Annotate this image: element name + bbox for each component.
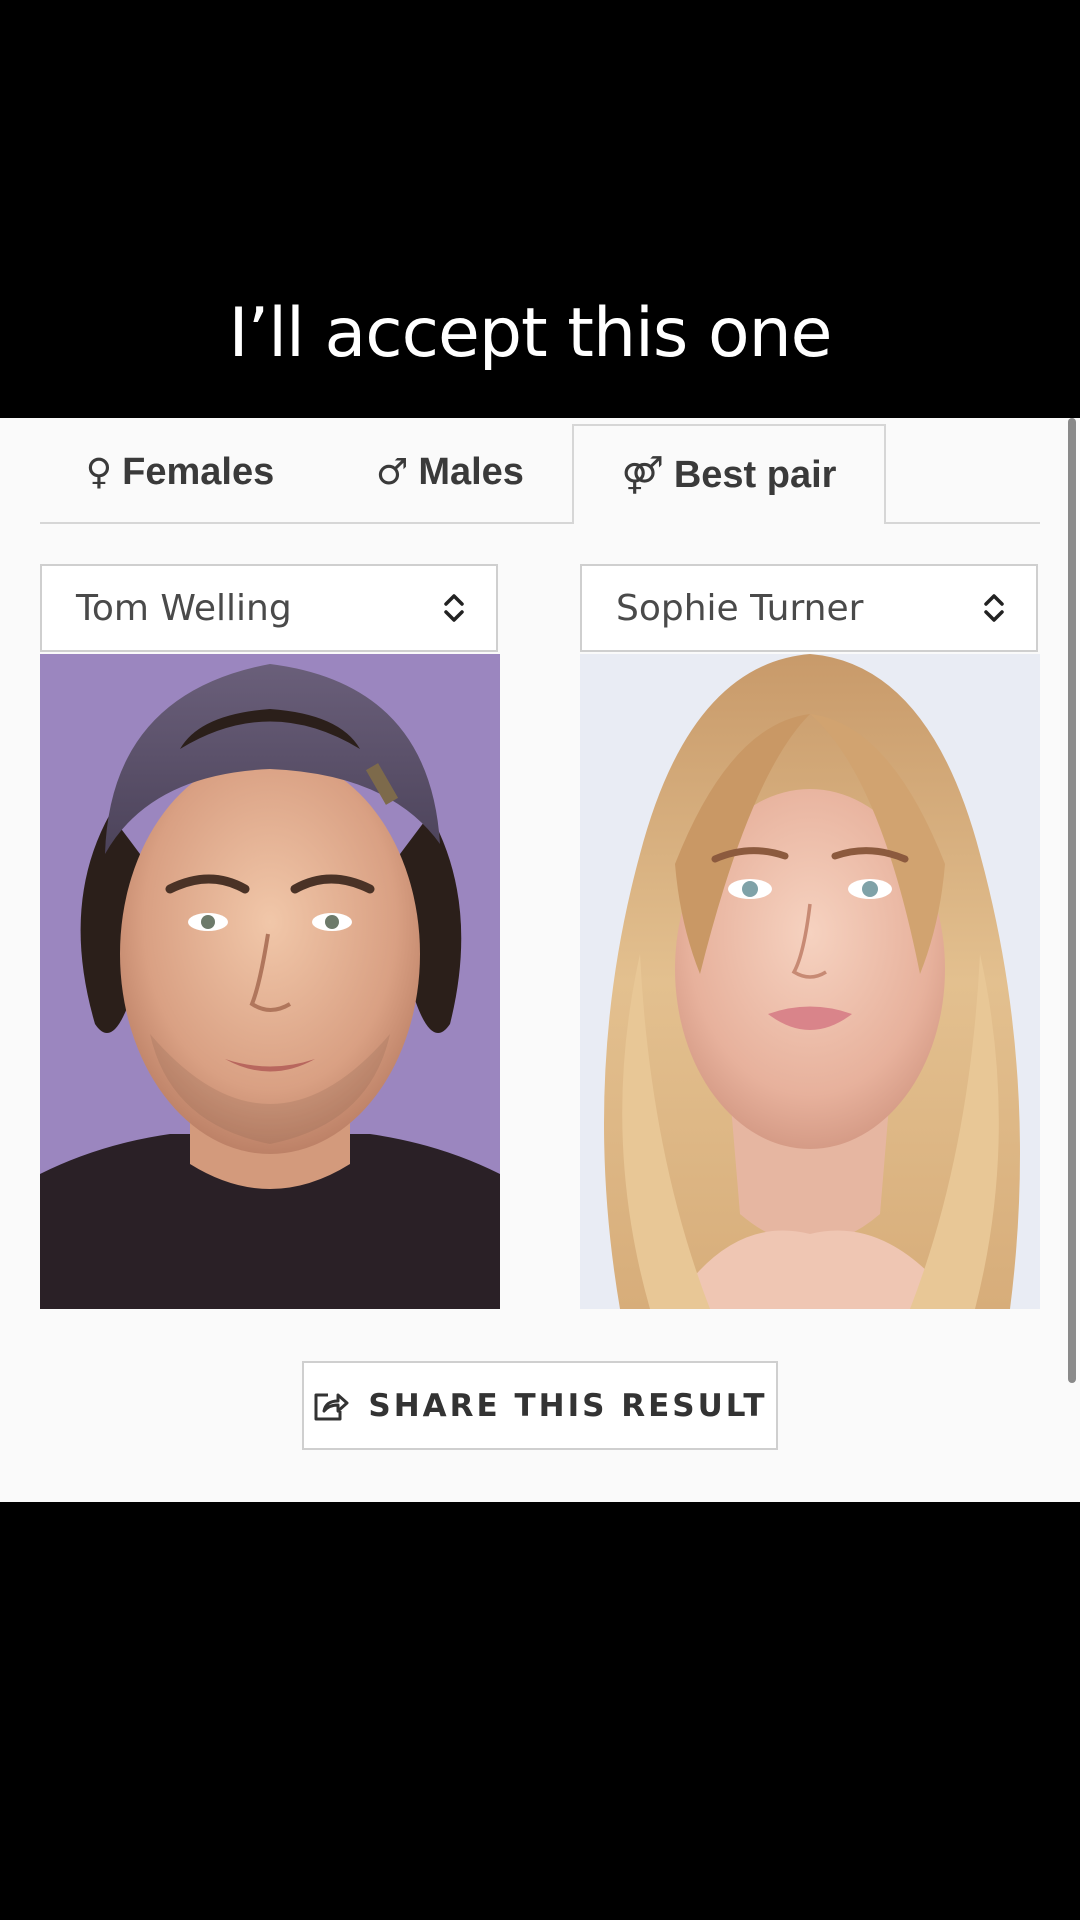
share-label: SHARE THIS RESULT [368, 1387, 768, 1424]
share-result-button[interactable]: SHARE THIS RESULT [302, 1361, 778, 1450]
right-person-photo [580, 654, 1040, 1309]
right-select-value: Sophie Turner [616, 587, 864, 629]
male-symbol-icon: ♂ [376, 451, 409, 493]
tab-label: Females [122, 450, 275, 493]
left-person-select[interactable]: Tom Welling [40, 564, 498, 652]
tab-best-pair[interactable]: ⚤ Best pair [572, 424, 886, 524]
gender-tabs: ♀ Females ♂ Males ⚤ Best pair [40, 424, 1040, 524]
screen: I’ll accept this one ♀ Females ♂ Males ⚤… [0, 0, 1080, 1920]
pair-symbol-icon: ⚤ [621, 454, 664, 496]
tab-label: Males [418, 450, 524, 493]
tab-males[interactable]: ♂ Males [350, 424, 550, 520]
share-icon [314, 1393, 349, 1420]
tab-label: Best pair [673, 453, 837, 496]
video-caption: I’ll accept this one [228, 294, 832, 373]
left-person-photo [40, 654, 500, 1309]
scrollbar[interactable] [1068, 418, 1076, 1383]
female-symbol-icon: ♀ [85, 451, 113, 493]
tab-females[interactable]: ♀ Females [70, 424, 290, 520]
chevron-up-down-icon [984, 594, 1004, 622]
left-select-value: Tom Welling [76, 587, 292, 629]
right-person-select[interactable]: Sophie Turner [580, 564, 1038, 652]
chevron-up-down-icon [444, 594, 464, 622]
